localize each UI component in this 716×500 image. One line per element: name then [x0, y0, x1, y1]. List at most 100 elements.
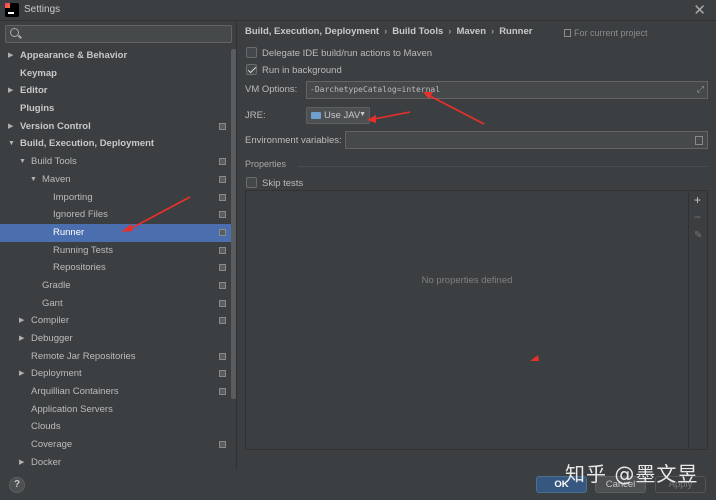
- delegate-build-checkbox[interactable]: Delegate IDE build/run actions to Maven: [246, 47, 432, 59]
- collapsed-arrow-icon[interactable]: ▶: [8, 82, 13, 100]
- tree-item-label: Application Servers: [31, 403, 113, 415]
- tree-item-repositories[interactable]: Repositories: [0, 259, 236, 277]
- delegate-checkbox-label: Delegate IDE build/run actions to Maven: [262, 48, 433, 59]
- watermark: 知乎 @墨文昱: [565, 462, 699, 486]
- tree-item-label: Remote Jar Repositories: [31, 350, 136, 362]
- tree-item-running-tests[interactable]: Running Tests: [0, 242, 236, 260]
- sidebar-scrollbar[interactable]: [231, 49, 236, 399]
- collapsed-arrow-icon[interactable]: ▶: [8, 47, 13, 65]
- expanded-arrow-icon[interactable]: ▼: [19, 153, 26, 171]
- project-scope-icon: [564, 29, 571, 37]
- properties-table[interactable]: No properties defined: [245, 190, 689, 450]
- project-scope-icon: [219, 281, 226, 289]
- tree-item-maven[interactable]: ▼ Maven: [0, 171, 236, 189]
- project-scope-icon: [219, 175, 226, 183]
- tree-item-appearance-behavior[interactable]: ▶ Appearance & Behavior: [0, 47, 236, 65]
- breadcrumb-item: Runner: [499, 26, 533, 37]
- tree-item-label: Compiler: [31, 315, 70, 327]
- project-scope-icon: [219, 228, 226, 236]
- tree-item-coverage[interactable]: Coverage: [0, 436, 236, 454]
- run-in-background-checkbox-box[interactable]: [246, 64, 257, 75]
- collapsed-arrow-icon[interactable]: ▶: [19, 365, 24, 383]
- skip-tests-checkbox-box[interactable]: [246, 177, 257, 188]
- tree-item-label: Clouds: [31, 421, 61, 433]
- tree-item-docker[interactable]: ▶ Docker: [0, 454, 236, 470]
- tree-item-label: Deployment: [31, 368, 82, 380]
- tree-item-gant[interactable]: Gant: [0, 295, 236, 313]
- tree-item-label: Version Control: [20, 120, 91, 132]
- add-icon[interactable]: +: [694, 194, 701, 206]
- tree-item-runner[interactable]: Runner: [0, 223, 236, 242]
- runner-settings-panel: Build, Execution, Deployment › Build Tools…: [238, 21, 716, 470]
- tree-item-version-control[interactable]: ▶ Version Control: [0, 118, 236, 136]
- intellij-logo-icon: [5, 3, 19, 17]
- jre-select[interactable]: Use JAV ▼: [306, 107, 370, 124]
- pencil-icon[interactable]: ✎: [694, 230, 702, 242]
- properties-empty-text: No properties defined: [421, 275, 513, 286]
- tree-item-arquillian-containers[interactable]: Arquillian Containers: [0, 383, 236, 401]
- tree-item-label: Build Tools: [31, 156, 77, 168]
- project-scope-icon: [219, 352, 226, 360]
- tree-item-importing[interactable]: Importing: [0, 189, 236, 207]
- tree-item-editor[interactable]: ▶ Editor: [0, 82, 236, 100]
- tree-item-clouds[interactable]: Clouds: [0, 418, 236, 436]
- tree-item-build-execution-deployment[interactable]: ▼ Build, Execution, Deployment: [0, 135, 236, 153]
- environment-variables-field[interactable]: [345, 131, 708, 149]
- tree-item-build-tools[interactable]: ▼ Build Tools: [0, 153, 236, 171]
- title-bar: Settings ✕: [0, 0, 716, 21]
- search-icon: [10, 28, 19, 37]
- settings-search-input[interactable]: [5, 25, 232, 43]
- tree-item-gradle[interactable]: Gradle: [0, 277, 236, 295]
- collapsed-arrow-icon[interactable]: ▶: [19, 330, 24, 348]
- collapsed-arrow-icon[interactable]: ▶: [19, 312, 24, 330]
- tree-item-label: Docker: [31, 456, 62, 468]
- breadcrumb-item: Build Tools: [392, 26, 444, 37]
- properties-section-title: Properties: [245, 159, 287, 169]
- tree-item-label: Repositories: [53, 262, 106, 274]
- tree-item-label: Ignored Files: [53, 209, 108, 221]
- settings-tree: ▶ Appearance & Behavior Keymap ▶ Editor Plugi…: [0, 47, 236, 470]
- window-title: Settings: [24, 4, 61, 15]
- vm-options-value: -DarchetypeCatalog=internal: [310, 85, 441, 94]
- tree-item-keymap[interactable]: Keymap: [0, 65, 236, 83]
- tree-item-compiler[interactable]: ▶ Compiler: [0, 312, 236, 330]
- collapsed-arrow-icon[interactable]: ▶: [19, 454, 24, 470]
- tree-item-label: Gradle: [42, 279, 71, 291]
- collapsed-arrow-icon[interactable]: ▶: [8, 118, 13, 136]
- for-current-project-hint: For current project: [564, 28, 648, 38]
- tree-item-label: Debugger: [31, 333, 73, 344]
- tree-item-deployment[interactable]: ▶ Deployment: [0, 365, 236, 383]
- tree-item-label: Coverage: [31, 439, 73, 451]
- breadcrumb-item: Build, Execution, Deployment: [245, 26, 380, 37]
- breadcrumb-separator: ›: [448, 26, 452, 37]
- project-scope-icon: [219, 370, 226, 378]
- tree-item-label: Appearance & Behavior: [20, 50, 128, 61]
- breadcrumb: Build, Execution, Deployment › Build Tools…: [245, 26, 532, 37]
- close-icon[interactable]: ✕: [693, 1, 706, 19]
- delegate-checkbox-box[interactable]: [246, 47, 257, 58]
- tree-item-remote-jar-repositories[interactable]: Remote Jar Repositories: [0, 348, 236, 366]
- edit-list-icon[interactable]: [695, 136, 703, 145]
- expanded-arrow-icon[interactable]: ▼: [8, 135, 15, 153]
- tree-item-debugger[interactable]: ▶ Debugger: [0, 330, 236, 348]
- tree-item-label: Gant: [42, 297, 63, 309]
- skip-tests-checkbox[interactable]: Skip tests: [246, 177, 303, 189]
- tree-item-label: Maven: [42, 173, 71, 185]
- tree-item-ignored-files[interactable]: Ignored Files: [0, 206, 236, 224]
- help-button[interactable]: ?: [9, 477, 25, 493]
- tree-item-application-servers[interactable]: Application Servers: [0, 401, 236, 419]
- tree-item-plugins[interactable]: Plugins: [0, 100, 236, 118]
- tree-item-label: Arquillian Containers: [31, 386, 119, 398]
- project-scope-icon: [219, 211, 226, 219]
- tree-item-label: Running Tests: [53, 244, 114, 256]
- run-in-background-checkbox[interactable]: Run in background: [246, 64, 342, 76]
- project-scope-icon: [219, 441, 226, 449]
- vm-options-field[interactable]: -DarchetypeCatalog=internal ⤢: [306, 81, 708, 99]
- properties-toolbar: + − ✎: [691, 190, 708, 450]
- tree-item-label: Keymap: [20, 67, 57, 79]
- expanded-arrow-icon[interactable]: ▼: [30, 171, 37, 189]
- remove-icon[interactable]: −: [694, 211, 701, 223]
- project-scope-icon: [219, 264, 226, 272]
- run-in-background-label: Run in background: [262, 65, 342, 76]
- expand-icon[interactable]: ⤢: [697, 84, 704, 95]
